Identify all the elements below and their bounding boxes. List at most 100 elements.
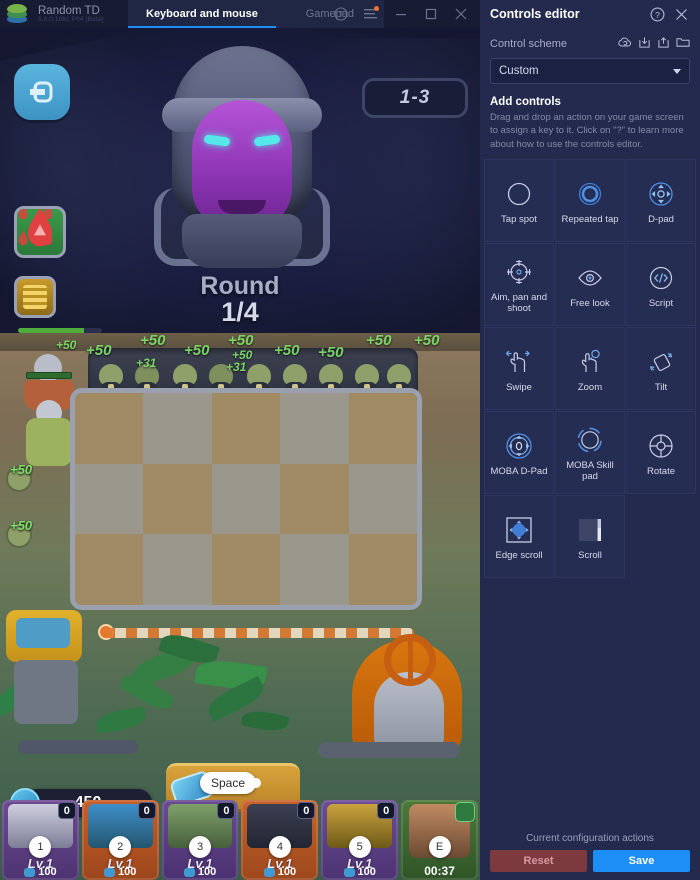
add-controls-description: Drag and drop an action on your game scr… [490, 112, 684, 150]
control-label: Tilt [654, 381, 668, 393]
round-value: 1/4 [221, 297, 259, 327]
notification-dot [374, 6, 379, 11]
card-count-badge: 0 [377, 802, 396, 819]
minimize-button[interactable] [386, 0, 416, 28]
app-title-block: Random TD 5.8.0.1081 P64 (Beta) [38, 5, 104, 24]
open-folder-icon[interactable] [676, 36, 690, 52]
panel-header: Controls editor ? [480, 0, 700, 28]
control-moba-skill-pad[interactable]: MOBA Skill pad [555, 411, 625, 495]
float-number: +31 [136, 356, 157, 370]
pipe [318, 742, 460, 758]
unit-card-tray: 0 1 Lv.1 100 0 2 Lv.1 100 0 3 Lv.1 100 0… [0, 800, 480, 880]
bluestacks-logo-icon [6, 3, 28, 25]
unit-card[interactable]: 0 2 Lv.1 100 [81, 800, 159, 880]
control-rotate[interactable]: Rotate [626, 411, 696, 495]
add-controls-title: Add controls [490, 96, 561, 108]
control-zoom[interactable]: Zoom [555, 327, 625, 411]
repeated-tap-icon [576, 177, 604, 211]
control-aim-pan-and-shoot[interactable]: Aim, pan and shoot [484, 243, 554, 327]
control-label: Repeated tap [561, 213, 619, 225]
unit-card[interactable]: 0 1 Lv.1 100 [2, 800, 79, 880]
export-scheme-icon[interactable] [657, 36, 670, 52]
hero-badge-icon [454, 802, 475, 822]
control-scheme-select[interactable]: Custom [490, 58, 690, 84]
app-version: 5.8.0.1081 P64 (Beta) [38, 15, 104, 23]
blood-drop-icon[interactable] [14, 206, 66, 258]
tab-keyboard-and-mouse[interactable]: Keyboard and mouse [128, 0, 276, 28]
game-viewport[interactable]: 1-3 Round 1/4 +50 +50 +50 +50 +50 +50 +5… [0, 28, 480, 880]
float-number: +50 [228, 332, 254, 349]
card-keybind: 5 [348, 836, 371, 858]
title-bar: Random TD 5.8.0.1081 P64 (Beta) Keyboard… [0, 0, 480, 28]
float-number: +50 [10, 518, 33, 533]
control-scroll[interactable]: Scroll [555, 495, 625, 579]
control-repeated-tap[interactable]: Repeated tap [555, 159, 625, 243]
unit-card[interactable]: 0 5 Lv.1 100 [321, 800, 399, 880]
script-icon [647, 261, 675, 295]
float-number: +50 [318, 344, 344, 361]
card-count-badge: 0 [217, 802, 236, 819]
control-label: Script [648, 297, 674, 309]
hamburger-menu-button[interactable] [356, 0, 386, 28]
card-count-badge: 0 [57, 802, 76, 819]
float-number: +50 [140, 332, 166, 349]
match-timer: 00:37 [424, 864, 455, 878]
panel-help-button[interactable]: ? [646, 3, 668, 25]
panel-close-button[interactable] [670, 3, 692, 25]
control-label: Edge scroll [495, 549, 543, 561]
control-script[interactable]: Script [626, 243, 696, 327]
swipe-icon [504, 345, 534, 379]
cloud-restore-icon[interactable] [618, 36, 632, 52]
control-label: MOBA D-Pad [490, 465, 548, 477]
control-tilt[interactable]: Tilt [626, 327, 696, 411]
control-free-look[interactable]: Free look [555, 243, 625, 327]
scroll-icon [575, 513, 605, 547]
control-scheme-label: Control scheme [490, 38, 568, 50]
save-button[interactable]: Save [593, 850, 690, 872]
card-count-badge: 0 [297, 802, 316, 819]
float-number: +50 [10, 462, 33, 477]
card-keybind: 3 [189, 836, 212, 858]
tab-keyboard-and-mouse-label: Keyboard and mouse [146, 8, 258, 20]
control-label: Aim, pan and shoot [491, 292, 547, 315]
zoom-icon [575, 345, 605, 379]
unit-card[interactable]: 0 3 Lv.1 100 [161, 800, 239, 880]
card-count-badge: 0 [137, 802, 156, 819]
control-edge-scroll[interactable]: Edge scroll [484, 495, 554, 579]
right-machine [348, 626, 468, 756]
card-keybind: 4 [268, 836, 291, 858]
control-swipe[interactable]: Swipe [484, 327, 554, 411]
tilt-icon [646, 345, 676, 379]
hero-card[interactable]: E 00:37 [401, 800, 478, 880]
help-button[interactable]: ? [326, 0, 356, 28]
control-label: Swipe [506, 381, 532, 393]
tower-placement-board[interactable] [70, 388, 422, 610]
card-cost: 100 [2, 866, 79, 878]
hero-keybind: E [428, 836, 451, 858]
d-pad-icon [647, 177, 675, 211]
back-button[interactable] [14, 64, 70, 120]
card-keybind: 1 [29, 836, 52, 858]
control-moba-d-pad[interactable]: MOBA D-Pad [484, 411, 554, 495]
aim-pan-shoot-icon [505, 255, 533, 289]
unit-card[interactable]: 0 4 Lv.1 100 [241, 800, 319, 880]
maximize-button[interactable] [416, 0, 446, 28]
controls-grid: Tap spot Repeated tap D-pad Aim, pan and… [480, 151, 700, 579]
control-label: Free look [570, 297, 610, 309]
reset-button[interactable]: Reset [490, 850, 587, 872]
control-label: D-pad [648, 213, 674, 225]
float-number: +50 [184, 342, 210, 359]
close-button[interactable] [446, 0, 476, 28]
svg-text:?: ? [655, 9, 660, 19]
card-cost: 100 [82, 866, 159, 878]
import-scheme-icon[interactable] [638, 36, 651, 52]
panel-footer: Current configuration actions Reset Save [480, 833, 700, 880]
moba-dpad-icon [504, 429, 534, 463]
float-number: +50 [232, 348, 253, 362]
window-controls: ? [326, 0, 480, 28]
control-d-pad[interactable]: D-pad [626, 159, 696, 243]
free-look-icon [575, 261, 605, 295]
control-tap-spot[interactable]: Tap spot [484, 159, 554, 243]
control-label: MOBA Skill pad [566, 460, 614, 483]
side-coin-popups: +50 +50 [0, 428, 66, 628]
